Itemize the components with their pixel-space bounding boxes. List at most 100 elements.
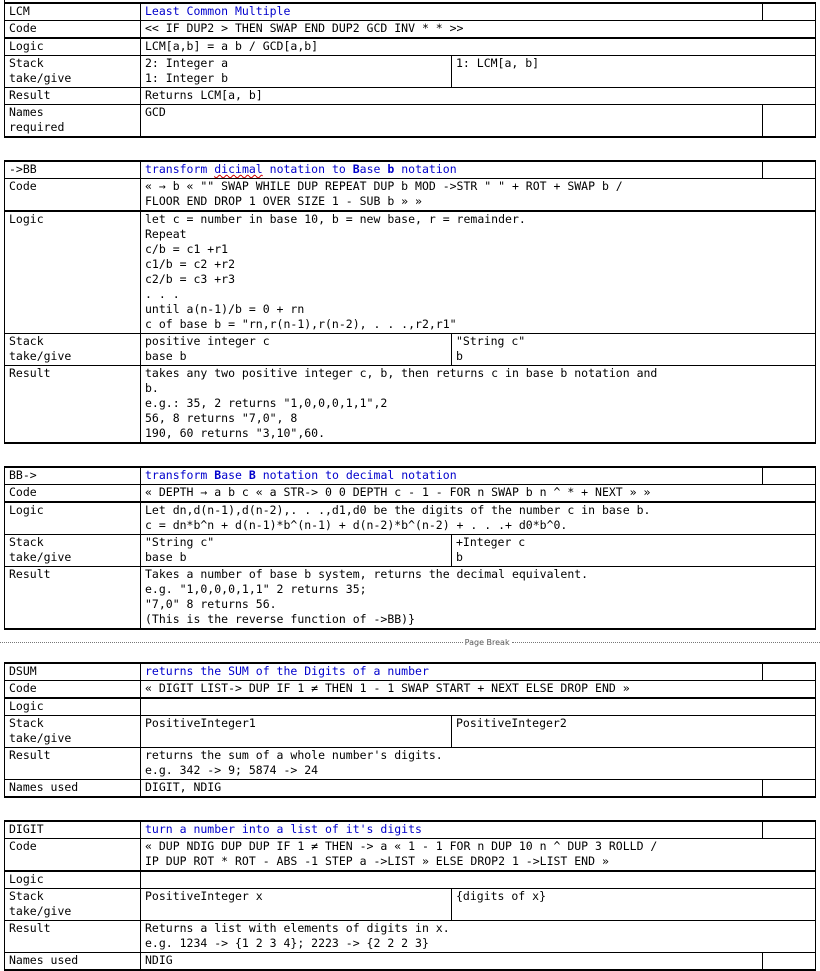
table-row-names: Names required GCD	[4, 104, 816, 138]
cell-stack-take: 2: Integer a 1: Integer b	[140, 55, 452, 88]
table-row-names: Names used NDIG	[4, 952, 816, 971]
cell-label-result: Result	[4, 87, 141, 105]
table-row-name: ->BB transform dicimal notation to Base …	[4, 160, 816, 179]
cell-stack-give: {digits of x}	[451, 888, 816, 921]
table-row-code: Code << IF DUP2 > THEN SWAP END DUP2 GCD…	[4, 20, 816, 39]
cell-stack-give: +Integer c b	[451, 534, 816, 567]
document-page: LCM Least Common Multiple Code << IF DUP…	[0, 0, 820, 971]
cell-logic: LCM[a,b] = a b / GCD[a,b]	[140, 37, 816, 56]
cell-label-result: Result	[4, 920, 141, 953]
cell-code: « DUP NDIG DUP DUP IF 1 ≠ THEN -> a « 1 …	[140, 838, 816, 872]
table-spacer	[0, 444, 820, 466]
function-table-to-bb: ->BB transform dicimal notation to Base …	[4, 160, 816, 444]
table-row-result: Result Returns LCM[a, b]	[4, 87, 816, 105]
cell-label-code: Code	[4, 680, 141, 699]
cell-label-stack: Stack take/give	[4, 333, 141, 366]
cell-label-logic: Logic	[4, 697, 141, 716]
cell-code: « DEPTH → a b c « a STR-> 0 0 DEPTH c - …	[140, 484, 816, 503]
cell-function-title: Least Common Multiple	[140, 2, 763, 21]
title-text-plain-1: transform	[145, 468, 215, 482]
cell-result: Returns LCM[a, b]	[140, 87, 816, 105]
function-table-lcm: LCM Least Common Multiple Code << IF DUP…	[4, 2, 816, 138]
function-table-bb-to: BB-> transform Base B notation to decima…	[4, 466, 816, 630]
table-row-result: Result Returns a list with elements of d…	[4, 920, 816, 953]
cell-function-title: returns the SUM of the Digits of a numbe…	[140, 662, 763, 681]
table-row-name: DSUM returns the SUM of the Digits of a …	[4, 662, 816, 681]
cell-label-names: Names used	[4, 952, 141, 971]
title-text-bold-1: B	[352, 162, 360, 176]
cell-tail	[762, 466, 816, 485]
cell-label-logic: Logic	[4, 37, 141, 56]
table-spacer	[0, 798, 820, 820]
table-row-stack: Stack take/give PositiveInteger1 Positiv…	[4, 715, 816, 748]
cell-stack-take: "String c" base b	[140, 534, 452, 567]
title-text-plain-3: notation to decimal notation	[255, 468, 457, 482]
cell-tail	[762, 779, 816, 798]
table-row-stack: Stack take/give positive integer c base …	[4, 333, 816, 366]
table-row-name: BB-> transform Base B notation to decima…	[4, 466, 816, 485]
margin-tick	[4, 0, 5, 6]
function-table-dsum: DSUM returns the SUM of the Digits of a …	[4, 662, 816, 798]
cell-code: « DIGIT LIST-> DUP IF 1 ≠ THEN 1 - 1 SWA…	[140, 680, 816, 699]
cell-logic: Let dn,d(n-1),d(n-2),. . .,d1,d0 be the …	[140, 501, 816, 535]
title-text-misspelled: dicimal	[214, 162, 263, 176]
cell-tail	[762, 160, 816, 179]
table-row-logic: Logic Let dn,d(n-1),d(n-2),. . .,d1,d0 b…	[4, 501, 816, 535]
page-break-rule-right	[511, 641, 820, 643]
cell-code: << IF DUP2 > THEN SWAP END DUP2 GCD INV …	[140, 20, 816, 39]
cell-result: returns the sum of a whole number's digi…	[140, 747, 816, 780]
title-text-plain-3: ase	[359, 162, 388, 176]
cell-result: Takes a number of base b system, returns…	[140, 566, 816, 630]
cell-tail	[762, 104, 816, 138]
cell-tail	[762, 820, 816, 839]
table-row-code: Code « DIGIT LIST-> DUP IF 1 ≠ THEN 1 - …	[4, 680, 816, 699]
cell-function-name: ->BB	[4, 160, 141, 179]
cell-label-code: Code	[4, 838, 141, 872]
cell-logic: let c = number in base 10, b = new base,…	[140, 210, 816, 334]
cell-label-names: Names used	[4, 779, 141, 798]
cell-result: takes any two positive integer c, b, the…	[140, 365, 816, 444]
page-break-marker: Page Break	[0, 634, 820, 650]
cell-label-code: Code	[4, 178, 141, 212]
cell-label-logic: Logic	[4, 501, 141, 535]
cell-names: DIGIT, NDIG	[140, 779, 763, 798]
cell-tail	[762, 662, 816, 681]
cell-label-logic: Logic	[4, 210, 141, 334]
table-spacer	[0, 138, 820, 160]
table-row-result: Result returns the sum of a whole number…	[4, 747, 816, 780]
cell-function-name: BB->	[4, 466, 141, 485]
cell-label-code: Code	[4, 484, 141, 503]
cell-function-title: turn a number into a list of it's digits	[140, 820, 763, 839]
cell-logic	[140, 870, 816, 889]
table-row-code: Code « DUP NDIG DUP DUP IF 1 ≠ THEN -> a…	[4, 838, 816, 872]
cell-stack-take: PositiveInteger1	[140, 715, 452, 748]
table-row-logic: Logic LCM[a,b] = a b / GCD[a,b]	[4, 37, 816, 56]
table-row-stack: Stack take/give 2: Integer a 1: Integer …	[4, 55, 816, 88]
table-row-result: Result Takes a number of base b system, …	[4, 566, 816, 630]
cell-label-logic: Logic	[4, 870, 141, 889]
table-row-logic: Logic	[4, 697, 816, 716]
cell-tail	[762, 952, 816, 971]
cell-stack-give: PositiveInteger2	[451, 715, 816, 748]
title-text-plain-1: transform	[145, 162, 215, 176]
table-row-logic: Logic let c = number in base 10, b = new…	[4, 210, 816, 334]
cell-stack-take: PositiveInteger x	[140, 888, 452, 921]
cell-label-stack: Stack take/give	[4, 715, 141, 748]
cell-code: « → b « "" SWAP WHILE DUP REPEAT DUP b M…	[140, 178, 816, 212]
title-text-plain-4: notation	[394, 162, 457, 176]
cell-tail	[762, 2, 816, 21]
title-text-bold-2: B	[248, 468, 256, 482]
page-break-label: Page Break	[464, 637, 510, 647]
cell-stack-take: positive integer c base b	[140, 333, 452, 366]
cell-label-result: Result	[4, 747, 141, 780]
table-row-result: Result takes any two positive integer c,…	[4, 365, 816, 444]
cell-function-name: DIGIT	[4, 820, 141, 839]
title-text-plain-2: notation to	[262, 162, 353, 176]
cell-function-title: transform dicimal notation to Base b not…	[140, 160, 763, 179]
table-row-logic: Logic	[4, 870, 816, 889]
cell-label-result: Result	[4, 365, 141, 444]
cell-label-names: Names required	[4, 104, 141, 138]
cell-names: NDIG	[140, 952, 763, 971]
cell-names: GCD	[140, 104, 763, 138]
cell-function-name: LCM	[4, 2, 141, 21]
